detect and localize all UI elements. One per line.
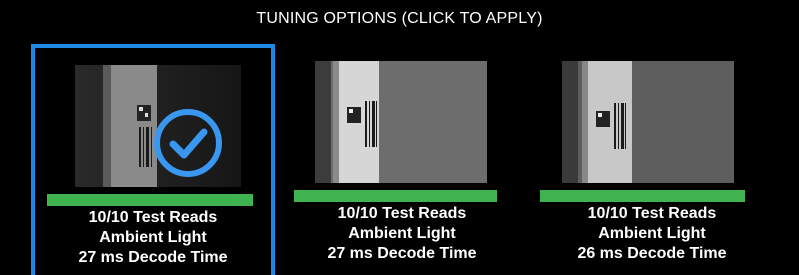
option-stats: 10/10 Test Reads Ambient Light 27 ms Dec…	[35, 208, 271, 268]
camera-preview-image	[562, 61, 734, 183]
decode-time-label: 26 ms Decode Time	[577, 245, 727, 262]
test-reads-label: 10/10 Test Reads	[337, 205, 467, 222]
option-stats: 10/10 Test Reads Ambient Light 26 ms Dec…	[530, 204, 774, 264]
tuning-option-3[interactable]: 10/10 Test Reads Ambient Light 26 ms Dec…	[530, 44, 774, 275]
decode-time-label: 27 ms Decode Time	[327, 245, 477, 262]
tuning-options-list: 10/10 Test Reads Ambient Light 27 ms Dec…	[0, 0, 799, 275]
tuning-option-1[interactable]: 10/10 Test Reads Ambient Light 27 ms Dec…	[31, 44, 275, 275]
test-reads-label: 10/10 Test Reads	[587, 205, 717, 222]
checkmark-circle-icon	[153, 108, 223, 178]
camera-preview-image	[315, 61, 487, 183]
status-bar	[540, 190, 745, 202]
lighting-label: Ambient Light	[99, 229, 207, 246]
decode-time-label: 27 ms Decode Time	[78, 249, 228, 266]
test-reads-label: 10/10 Test Reads	[88, 209, 218, 226]
lighting-label: Ambient Light	[348, 225, 456, 242]
tuning-option-2[interactable]: 10/10 Test Reads Ambient Light 27 ms Dec…	[280, 44, 524, 275]
lighting-label: Ambient Light	[598, 225, 706, 242]
status-bar	[294, 190, 497, 202]
option-stats: 10/10 Test Reads Ambient Light 27 ms Dec…	[280, 204, 524, 264]
status-bar	[47, 194, 253, 206]
